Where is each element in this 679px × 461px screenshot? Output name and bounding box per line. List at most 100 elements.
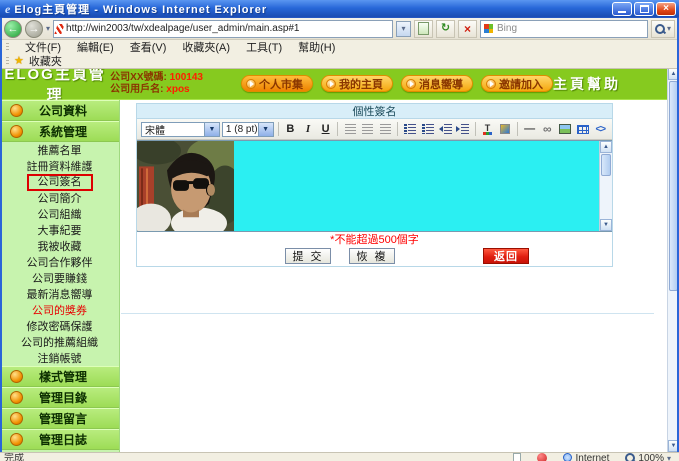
zoom-dropdown-icon[interactable]: ▾ xyxy=(667,453,671,461)
address-dropdown-icon[interactable]: ▾ xyxy=(396,21,411,37)
bold-button[interactable]: B xyxy=(282,121,298,138)
sidebar-item-company-org[interactable]: 公司組織 xyxy=(0,206,119,222)
close-button[interactable]: × xyxy=(656,2,676,16)
scroll-up-icon[interactable]: ▲ xyxy=(668,68,679,80)
unordered-list-button[interactable] xyxy=(420,121,436,138)
text-color-button[interactable]: T xyxy=(480,121,496,138)
sidebar-section-company-info[interactable]: 公司資料 xyxy=(0,100,119,121)
stop-button[interactable]: × xyxy=(458,20,477,38)
refresh-button[interactable]: ↻ xyxy=(436,20,455,38)
indent-button[interactable] xyxy=(455,121,471,138)
submit-button[interactable]: 提 交 xyxy=(285,248,331,264)
search-button[interactable]: ▾ xyxy=(651,20,675,38)
nav-personal-market[interactable]: 个人市集 xyxy=(241,75,313,92)
status-bar: 完成 Internet 100% ▾ xyxy=(0,452,679,461)
underline-button[interactable]: U xyxy=(318,121,334,138)
minimize-button[interactable] xyxy=(612,2,632,16)
reset-button[interactable]: 恢 複 xyxy=(349,248,395,264)
back-icon[interactable]: ← xyxy=(4,20,22,38)
outdent-button[interactable] xyxy=(437,121,453,138)
html-source-button[interactable]: <> xyxy=(592,121,608,138)
menu-edit[interactable]: 編輯(E) xyxy=(77,39,114,55)
sidebar-section-manage-logs[interactable]: 管理日誌 xyxy=(0,429,119,450)
site-header: ELOG主頁管理 公司XX號碼: 100143 公司用戶名: xpos 个人市集… xyxy=(0,68,679,100)
horizontal-rule-button[interactable]: — xyxy=(522,121,538,138)
homepage-help-link[interactable]: 主頁幫助 xyxy=(553,74,621,94)
window-title: Elog主頁管理 - Windows Internet Explorer xyxy=(14,1,612,17)
sidebar-item-cancel-account[interactable]: 注銷帳號 xyxy=(0,350,119,366)
editor-scrollbar[interactable]: ▲ ▼ xyxy=(599,141,612,231)
align-center-button[interactable] xyxy=(360,121,376,138)
sidebar-item-company-intro[interactable]: 公司簡介 xyxy=(0,190,119,206)
chevron-down-icon: ▼ xyxy=(204,123,219,136)
sidebar-section-manage-messages[interactable]: 管理留言 xyxy=(0,408,119,429)
sidebar-item-recommend-org[interactable]: 公司的推薦組織 xyxy=(0,334,119,350)
compatibility-button[interactable] xyxy=(414,20,433,38)
sidebar-item-latest-news-wizard[interactable]: 最新消息嚮導 xyxy=(0,286,119,302)
sidebar-item-register-maintain[interactable]: 註冊資料維護 xyxy=(0,158,119,174)
search-box[interactable]: Bing xyxy=(480,20,648,38)
section-ball-icon xyxy=(10,412,23,425)
scroll-up-icon[interactable]: ▲ xyxy=(600,141,612,153)
indent-icon xyxy=(456,126,460,132)
italic-button[interactable]: I xyxy=(300,121,316,138)
insert-image-button[interactable] xyxy=(557,121,573,138)
font-select[interactable]: 宋體 ▼ xyxy=(141,122,220,137)
signature-editor[interactable]: ▲ ▼ xyxy=(137,140,612,232)
status-text: 完成 xyxy=(0,453,24,461)
font-size-select[interactable]: 1 (8 pt) ▼ xyxy=(222,122,274,137)
search-options-icon[interactable]: ▾ xyxy=(667,24,671,33)
sidebar-item-major-events[interactable]: 大事紀要 xyxy=(0,222,119,238)
address-field[interactable] xyxy=(53,20,393,38)
bg-color-button[interactable] xyxy=(497,121,513,138)
restore-button[interactable] xyxy=(634,2,654,16)
sidebar-item-change-password[interactable]: 修改密碼保護 xyxy=(0,318,119,334)
sidebar-item-company-signature[interactable]: 公司簽名 xyxy=(0,174,119,190)
table-icon xyxy=(577,125,589,134)
scroll-thumb[interactable] xyxy=(669,81,678,291)
nav-my-homepage[interactable]: 我的主頁 xyxy=(321,75,393,92)
editor-text-area[interactable] xyxy=(234,141,599,231)
sidebar-item-company-earn[interactable]: 公司要賺錢 xyxy=(0,270,119,286)
panel-title: 個性簽名 xyxy=(137,104,612,119)
back-button[interactable]: 返回 xyxy=(483,248,529,264)
play-icon xyxy=(246,79,256,89)
menu-view[interactable]: 查看(V) xyxy=(130,39,167,55)
history-dropdown-icon[interactable]: ▾ xyxy=(46,24,50,33)
menu-favorites[interactable]: 收藏夾(A) xyxy=(182,39,230,55)
play-icon xyxy=(406,79,416,89)
ordered-list-button[interactable] xyxy=(402,121,418,138)
section-ball-icon xyxy=(10,104,23,117)
nav-invite-join[interactable]: 邀請加入 xyxy=(481,75,553,92)
sidebar-item-favorited-by[interactable]: 我被收藏 xyxy=(0,238,119,254)
zoom-level[interactable]: 100% xyxy=(638,453,664,461)
ordered-list-icon xyxy=(408,124,416,134)
menu-help[interactable]: 幫助(H) xyxy=(298,39,335,55)
zone-label: Internet xyxy=(575,453,609,461)
url-input[interactable] xyxy=(66,23,390,34)
sidebar-section-style-manage[interactable]: 樣式管理 xyxy=(0,366,119,387)
header-nav: 个人市集 我的主頁 消息嚮導 邀請加入 xyxy=(241,75,553,92)
page-scrollbar[interactable]: ▲ ▼ xyxy=(667,68,679,452)
scroll-down-icon[interactable]: ▼ xyxy=(600,219,612,231)
main-area: 個性簽名 宋體 ▼ 1 (8 pt) ▼ B I U xyxy=(121,100,667,452)
link-button[interactable]: ∞ xyxy=(540,121,556,138)
sidebar-item-partners[interactable]: 公司合作夥伴 xyxy=(0,254,119,270)
sidebar-item-company-coupons[interactable]: 公司的獎券 xyxy=(0,302,119,318)
insert-table-button[interactable] xyxy=(575,121,591,138)
scroll-down-icon[interactable]: ▼ xyxy=(668,440,679,452)
forward-icon[interactable]: → xyxy=(25,20,43,38)
sidebar-section-system-manage[interactable]: 系統管理 xyxy=(0,121,119,142)
stop-icon: × xyxy=(464,23,471,35)
align-left-button[interactable] xyxy=(342,121,358,138)
align-center-icon xyxy=(362,124,373,134)
sidebar-section-manage-catalog[interactable]: 管理目錄 xyxy=(0,387,119,408)
align-right-button[interactable] xyxy=(378,121,394,138)
title-bar: e Elog主頁管理 - Windows Internet Explorer × xyxy=(0,0,679,18)
sidebar-item-recommend-list[interactable]: 推薦名單 xyxy=(0,142,119,158)
section-ball-icon xyxy=(10,391,23,404)
scroll-thumb[interactable] xyxy=(601,154,611,176)
nav-message-wizard[interactable]: 消息嚮導 xyxy=(401,75,473,92)
menu-tools[interactable]: 工具(T) xyxy=(246,39,282,55)
favorites-button[interactable]: 收藏夾 xyxy=(29,53,62,69)
